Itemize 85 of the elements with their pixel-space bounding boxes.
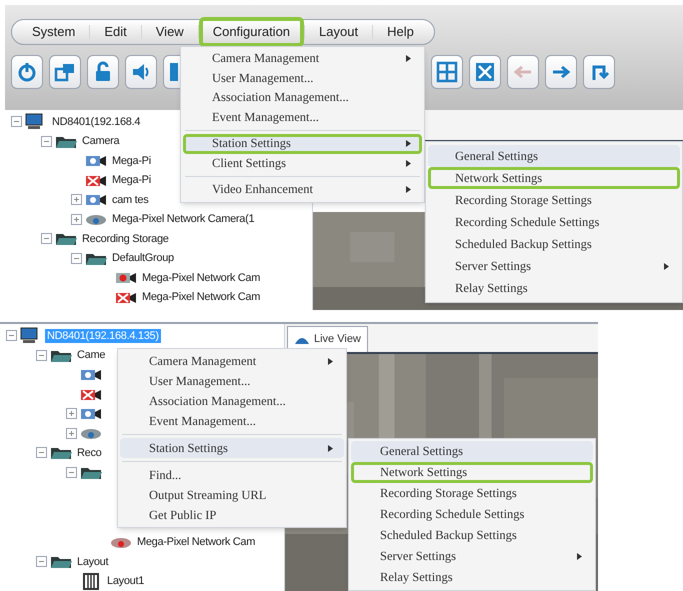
power-icon <box>16 61 38 83</box>
menu-item[interactable]: Relay Settings <box>428 277 680 299</box>
menu-item[interactable]: Event Management... <box>120 411 344 431</box>
tree-item[interactable]: cam tes <box>110 192 150 207</box>
expand-icon[interactable] <box>71 194 82 206</box>
tree-item[interactable]: Mega-Pi <box>110 173 153 188</box>
expand-icon[interactable] <box>66 408 77 420</box>
menu-item[interactable]: General Settings <box>351 441 593 462</box>
menu-item[interactable]: Relay Settings <box>351 567 593 588</box>
toolbar-button[interactable] <box>431 55 463 89</box>
collapse-icon[interactable] <box>36 556 47 568</box>
tree-item[interactable]: Camera <box>80 134 122 148</box>
menu-item[interactable]: Server Settings <box>428 255 680 277</box>
collapse-icon[interactable] <box>36 350 47 361</box>
menu[interactable]: System <box>18 17 90 47</box>
submenu-arrow-icon <box>406 140 411 148</box>
collapse-icon[interactable] <box>71 252 82 264</box>
tree-item[interactable]: Mega-Pi <box>110 154 153 168</box>
collapse-icon[interactable] <box>41 136 52 147</box>
submenu-arrow-icon <box>406 186 411 194</box>
menu-item[interactable]: Output Streaming URL <box>120 485 344 505</box>
collapse-icon[interactable] <box>36 447 47 458</box>
menu-item[interactable]: Network Settings <box>428 167 680 189</box>
submenu-arrow-icon <box>328 358 333 364</box>
menu[interactable]: Layout <box>305 17 372 47</box>
menu-item[interactable]: Server Settings <box>351 546 593 567</box>
menu[interactable]: Help <box>373 17 428 47</box>
camera-dome-icon <box>294 335 310 344</box>
tree-item[interactable]: Layout1 <box>105 574 146 588</box>
toolbar-button[interactable] <box>583 55 615 89</box>
collapse-icon[interactable] <box>66 466 77 478</box>
square-icon <box>170 63 178 81</box>
tree-item[interactable]: ND8401(192.168.4 <box>50 114 142 129</box>
collapse-icon[interactable] <box>11 116 22 128</box>
toolbar-button[interactable] <box>11 55 43 89</box>
menu-item[interactable]: Recording Schedule Settings <box>351 504 593 525</box>
expand-icon[interactable] <box>66 428 77 439</box>
expand-icon[interactable] <box>71 214 82 225</box>
menu[interactable]: View <box>142 17 198 47</box>
menu-item[interactable]: Network Settings <box>351 462 593 483</box>
tree-item[interactable]: DefaultGroup <box>110 251 176 266</box>
submenu-arrow-icon <box>406 55 411 62</box>
menu-item[interactable]: Video Enhancement <box>183 180 422 200</box>
menu-item[interactable]: Event Management... <box>183 108 422 127</box>
expand-icon <box>474 61 496 83</box>
menu-item[interactable]: Association Management... <box>183 88 422 108</box>
submenu-arrow-icon <box>406 160 411 167</box>
submenu-arrow-icon <box>328 444 333 452</box>
menu-item[interactable]: Scheduled Backup Settings <box>351 525 593 546</box>
tree-item[interactable]: Mega-Pixel Network Cam <box>140 270 262 285</box>
menu-item[interactable]: General Settings <box>428 145 680 167</box>
windows-icon <box>54 61 76 83</box>
menu-item[interactable]: User Management... <box>120 371 344 391</box>
menu-item[interactable]: Recording Schedule Settings <box>428 211 680 233</box>
menu-item[interactable]: Station Settings <box>183 134 422 154</box>
tree-item[interactable]: Recording Storage <box>80 232 171 246</box>
menu-item[interactable]: Camera Management <box>183 49 422 68</box>
tree-item[interactable]: Mega-Pixel Network Cam <box>140 290 262 304</box>
submenu-arrow-icon <box>577 553 582 560</box>
submenu-arrow-icon <box>664 262 669 270</box>
menu-item[interactable]: Scheduled Backup Settings <box>428 233 680 255</box>
tree-item[interactable]: Came <box>75 348 108 362</box>
menu-item[interactable]: Association Management... <box>120 391 344 411</box>
layout-icon <box>80 572 102 590</box>
menu-item[interactable]: Station Settings <box>120 438 344 458</box>
tree-item[interactable]: Reco <box>75 446 104 460</box>
menu-item[interactable]: User Management... <box>183 68 422 88</box>
collapse-icon[interactable] <box>6 330 17 342</box>
menu-item[interactable]: Recording Storage Settings <box>351 483 593 504</box>
toolbar-button[interactable] <box>87 55 119 89</box>
menu[interactable]: Edit <box>90 17 141 47</box>
toolbar-button[interactable] <box>125 55 157 89</box>
tree-item[interactable]: Mega-Pixel Network Cam <box>135 535 258 550</box>
tree-item[interactable]: Mega-Pixel Network Camera(1 <box>110 212 256 226</box>
menu-item[interactable]: Get Public IP <box>120 505 344 525</box>
menu-item[interactable]: Client Settings <box>183 154 422 173</box>
toolbar-button[interactable] <box>49 55 81 89</box>
menu-item[interactable]: Recording Storage Settings <box>428 189 680 211</box>
grid-icon <box>436 61 458 83</box>
menu-item[interactable]: Find... <box>120 465 344 485</box>
menu-item[interactable]: Camera Management <box>120 351 344 371</box>
toolbar-button[interactable] <box>469 55 501 89</box>
tree-item[interactable]: Layout <box>75 554 110 569</box>
collapse-icon[interactable] <box>41 233 52 244</box>
toolbar-button[interactable] <box>545 55 577 89</box>
